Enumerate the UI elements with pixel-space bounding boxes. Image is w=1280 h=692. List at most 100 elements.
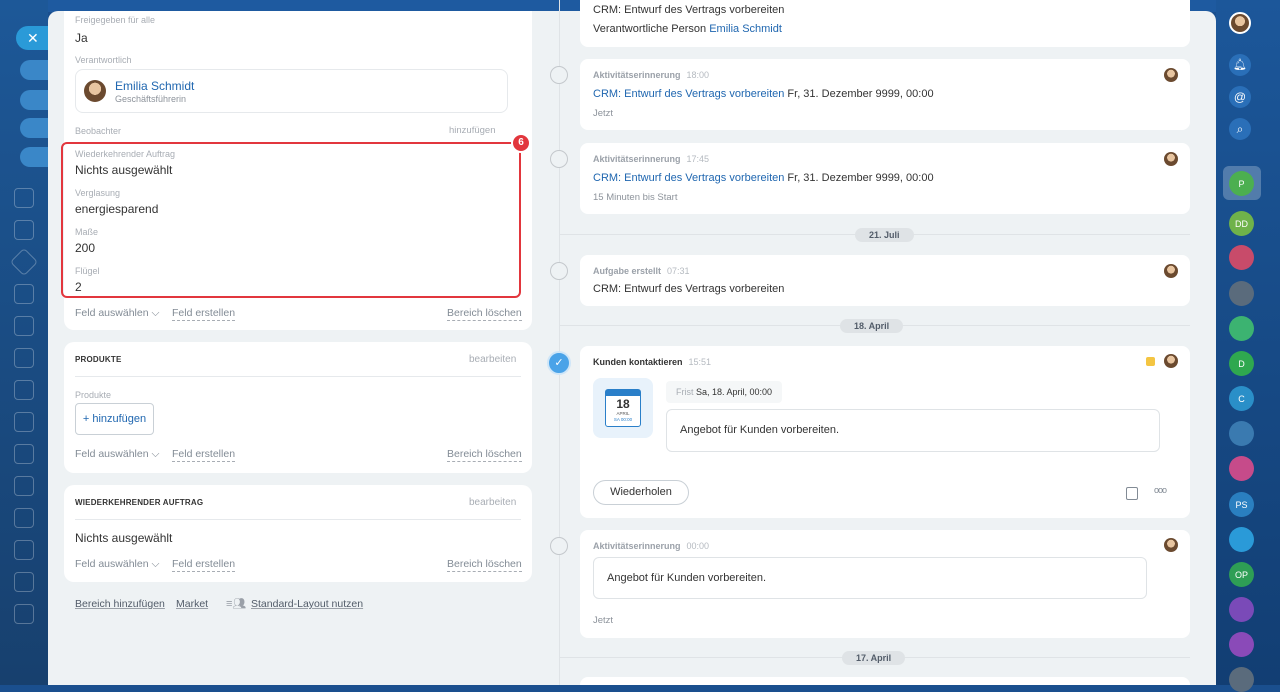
activity-link[interactable]: CRM: Entwurf des Vertrags vorbereiten: [593, 283, 784, 295]
rail-item-c[interactable]: C: [1229, 386, 1254, 411]
rail-item-cal[interactable]: [1229, 456, 1254, 481]
rail-item-dd[interactable]: DD: [1229, 211, 1254, 236]
note-icon[interactable]: [1126, 487, 1138, 500]
cart-icon[interactable]: [14, 316, 34, 336]
bell-icon[interactable]: 🔔︎: [1229, 54, 1251, 76]
avatar: [1164, 354, 1178, 368]
activity-title: Kunden kontaktieren 15:51: [593, 357, 712, 367]
avatar: [1164, 538, 1178, 552]
task-icon[interactable]: [14, 188, 34, 208]
timeline-card-reminder: Aktivitätserinnerung 18:00 CRM: Entwurf d…: [580, 59, 1190, 130]
user-avatar[interactable]: [1229, 12, 1251, 34]
rail-item-lock[interactable]: [1229, 667, 1254, 692]
file-icon[interactable]: [14, 508, 34, 528]
rail-item-purple1[interactable]: [1229, 597, 1254, 622]
field-label: Flügel: [75, 266, 100, 276]
activity-link[interactable]: CRM: Entwurf des Vertrags vorbereiten: [593, 4, 784, 16]
step-badge: 6: [511, 133, 531, 153]
date-pill: 21. Juli: [855, 228, 914, 242]
grid-icon[interactable]: [14, 572, 34, 592]
rail-item-green[interactable]: [1229, 316, 1254, 341]
rail-item-p[interactable]: P: [1229, 171, 1254, 196]
reminder-title: Aktivitätserinnerung 18:00: [593, 70, 710, 80]
responsible-line: Verantwortliche Person Emilia Schmidt: [593, 23, 782, 35]
recurring-card: WIEDERKEHRENDER AUFTRAG bearbeiten Nicht…: [64, 485, 532, 582]
gear-icon[interactable]: [9, 247, 39, 277]
rail-item-chat[interactable]: [1229, 527, 1254, 552]
select-field-link[interactable]: Feld auswählen ⌵: [75, 448, 159, 461]
delete-section-link[interactable]: Bereich löschen: [447, 448, 522, 462]
shared-value: Ja: [75, 31, 88, 45]
rail-item-red[interactable]: [1229, 245, 1254, 270]
create-field-link[interactable]: Feld erstellen: [172, 307, 236, 321]
avatar: [84, 80, 106, 102]
responsible-name[interactable]: Emilia Schmidt: [115, 79, 194, 93]
info-icon: [550, 262, 568, 280]
rail-item-photo[interactable]: [1229, 281, 1254, 306]
reminder-sub: Jetzt: [593, 108, 614, 119]
filter-icon[interactable]: [14, 412, 34, 432]
activity-description[interactable]: Angebot für Kunden vorbereiten.: [666, 409, 1160, 452]
products-edit[interactable]: bearbeiten: [469, 354, 516, 365]
person-link[interactable]: Emilia Schmidt: [709, 23, 782, 35]
default-layout-link[interactable]: Standard-Layout nutzen: [251, 598, 363, 610]
field-label: Maße: [75, 227, 99, 237]
print-icon[interactable]: [20, 147, 48, 167]
doc-icon[interactable]: [14, 476, 34, 496]
observers-add[interactable]: hinzufügen: [449, 125, 495, 136]
shared-label: Freigegeben für alle: [75, 15, 156, 25]
color-marker: [1146, 357, 1155, 366]
recurring-edit[interactable]: bearbeiten: [469, 497, 516, 508]
responsible-label: Verantwortlich: [75, 55, 132, 65]
rail-item-ps[interactable]: PS: [1229, 492, 1254, 517]
arrow-icon[interactable]: [20, 90, 48, 110]
select-field-link[interactable]: Feld auswählen ⌵: [75, 307, 159, 320]
search-icon[interactable]: ⌕: [1229, 118, 1251, 140]
field-value[interactable]: 200: [75, 241, 95, 255]
delete-section-link[interactable]: Bereich löschen: [447, 558, 522, 572]
rail-item-op[interactable]: OP: [1229, 562, 1254, 587]
card-icon[interactable]: [14, 380, 34, 400]
avatar: [1164, 68, 1178, 82]
field-value[interactable]: Nichts ausgewählt: [75, 163, 172, 177]
close-button[interactable]: ✕: [16, 26, 48, 50]
at-icon[interactable]: @: [1229, 86, 1251, 108]
delete-section-link[interactable]: Bereich löschen: [447, 307, 522, 321]
products-card: PRODUKTE bearbeiten Produkte + hinzufüge…: [64, 342, 532, 473]
select-field-link[interactable]: Feld auswählen ⌵: [75, 558, 159, 571]
deadline-badge[interactable]: Frist Sa, 18. April, 00:00: [666, 381, 783, 403]
cal-day: 18: [616, 397, 630, 411]
create-field-link[interactable]: Feld erstellen: [172, 558, 236, 572]
recurring-value[interactable]: Nichts ausgewählt: [75, 531, 172, 545]
rail-item-purple2[interactable]: [1229, 632, 1254, 657]
left-nav: ✕: [0, 0, 48, 685]
activity-link[interactable]: CRM: Entwurf des Vertrags vorbereiten: [593, 172, 784, 184]
add-product-button[interactable]: + hinzufügen: [75, 403, 154, 435]
field-value[interactable]: 2: [75, 280, 82, 294]
link-icon[interactable]: [20, 60, 48, 80]
repeat-button[interactable]: Wiederholen: [593, 480, 689, 505]
external-icon[interactable]: [20, 118, 48, 138]
activity-link[interactable]: CRM: Entwurf des Vertrags vorbereiten: [593, 88, 784, 100]
details-card: Freigegeben für alle Ja Verantwortlich E…: [61, 11, 532, 330]
db-icon[interactable]: [14, 540, 34, 560]
more-icon[interactable]: ooo: [1154, 485, 1167, 495]
cal-time: SA 00:00: [613, 417, 633, 422]
mail-icon[interactable]: [14, 220, 34, 240]
rail-item-d[interactable]: D: [1229, 351, 1254, 376]
responsible-box[interactable]: Emilia Schmidt Geschäftsführerin: [75, 69, 508, 113]
box-icon[interactable]: [14, 444, 34, 464]
pen-icon[interactable]: [14, 284, 34, 304]
chart-icon[interactable]: [14, 604, 34, 624]
rail-item-hat[interactable]: [1229, 421, 1254, 446]
calendar-icon[interactable]: [14, 348, 34, 368]
reminder-sub: Jetzt: [593, 615, 614, 626]
observers-label: Beobachter: [75, 126, 122, 136]
timeline-card-partial: [580, 677, 1190, 685]
add-section-link[interactable]: Bereich hinzufügen: [75, 598, 165, 610]
field-value[interactable]: energiesparend: [75, 202, 158, 216]
timeline-card-reminder: Aktivitätserinnerung 00:00 Angebot für Ku…: [580, 530, 1190, 638]
create-field-link[interactable]: Feld erstellen: [172, 448, 236, 462]
reminder-description[interactable]: Angebot für Kunden vorbereiten.: [593, 557, 1147, 599]
market-link[interactable]: Market: [176, 598, 208, 610]
